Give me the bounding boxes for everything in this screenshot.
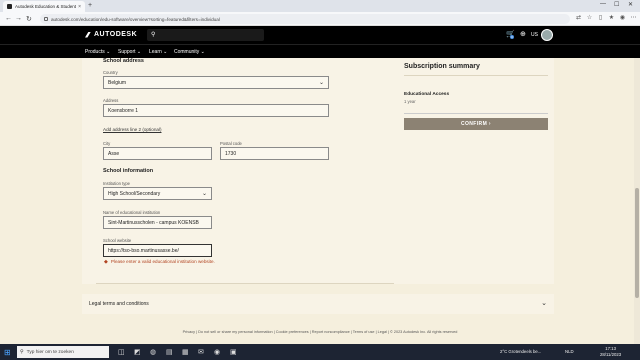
close-window-icon[interactable]: ✕ (628, 1, 633, 8)
form-divider (96, 283, 394, 284)
confirm-button[interactable]: CONFIRM › (404, 118, 548, 130)
reload-icon[interactable]: ↻ (26, 15, 32, 23)
summary-title: Subscription summary (404, 63, 480, 70)
address-field[interactable]: Koensborre 1 (103, 104, 329, 117)
windows-start-icon[interactable]: ⊞ (4, 348, 11, 357)
add-address-line-link[interactable]: Add address line 2 (optional) (103, 127, 161, 132)
nav-learn[interactable]: Learn ⌄ (149, 49, 167, 55)
error-icon: ◆ (104, 259, 108, 265)
autodesk-logo-icon (85, 31, 91, 38)
institution-name-label: Name of educational institution (103, 210, 161, 215)
address-label: Address (103, 98, 119, 103)
postal-code-label: Postal code (220, 141, 242, 146)
city-value: Asse (108, 150, 120, 157)
site-header: AUTODESK ⚲ 🛒 0 ⊕ US (0, 26, 640, 44)
store-icon[interactable]: ▦ (182, 348, 189, 356)
nav-community[interactable]: Community ⌄ (174, 49, 205, 55)
school-website-field[interactable]: https://tso-bso.martinusasse.be/ (103, 244, 212, 257)
institution-type-label: Institution type (103, 181, 131, 186)
more-menu-icon[interactable]: ⋯ (630, 15, 637, 22)
search-icon: ⚲ (20, 349, 24, 355)
summary-divider-2 (404, 113, 548, 114)
nav-products[interactable]: Products ⌄ (85, 49, 110, 55)
edge-icon[interactable]: ◍ (150, 348, 156, 356)
tab-close-icon[interactable]: × (78, 4, 81, 10)
tab-title: Autodesk Education & Student (15, 4, 77, 9)
clock-date: 28/11/2023 (600, 352, 622, 357)
maximize-icon[interactable]: ☐ (614, 1, 619, 8)
favorites-icon[interactable]: ★ (608, 15, 615, 22)
school-address-title: School address (103, 58, 144, 64)
profile-icon[interactable]: ◉ (619, 15, 626, 22)
nav-support[interactable]: Support ⌄ (118, 49, 141, 55)
school-website-value: https://tso-bso.martinusasse.be/ (108, 247, 179, 254)
app-icon[interactable]: ◩ (134, 348, 141, 356)
summary-divider (404, 75, 548, 76)
school-website-label: School website (103, 238, 132, 243)
site-footer[interactable]: Privacy | Do not sell or share my person… (0, 330, 640, 334)
region-label[interactable]: US (531, 32, 538, 38)
autodesk-favicon-icon (7, 4, 12, 9)
globe-icon[interactable]: ⊕ (520, 30, 526, 38)
school-information-title: School information (103, 168, 154, 174)
summary-term: 1 year (404, 99, 416, 104)
taskbar-search-placeholder: Typ hier om te zoeken (26, 349, 74, 355)
bookmark-star-icon[interactable]: ☆ (586, 15, 593, 22)
chrome-icon[interactable]: ◉ (214, 348, 220, 356)
website-error-text: Please enter a valid educational institu… (110, 259, 215, 264)
clock[interactable]: 17:13 28/11/2023 (600, 346, 621, 358)
back-icon[interactable]: ← (5, 15, 12, 22)
minimize-icon[interactable]: — (600, 1, 606, 7)
city-label: City (103, 141, 111, 146)
institution-type-select[interactable]: High School/Secondary ⌄ (103, 187, 212, 200)
country-label: Country (103, 70, 118, 75)
language-indicator[interactable]: NLD (565, 349, 574, 354)
country-value: Belgium (108, 79, 127, 86)
browser-tab-bar: Autodesk Education & Student × + — ☐ ✕ (0, 0, 640, 12)
country-select[interactable]: Belgium ⌄ (103, 76, 329, 89)
browser-tab[interactable]: Autodesk Education & Student × (3, 1, 85, 12)
search-icon: ⚲ (151, 32, 156, 38)
user-avatar[interactable] (541, 29, 553, 41)
explorer-icon[interactable]: ▤ (166, 348, 173, 356)
windows-taskbar: ⊞ ⚲ Typ hier om te zoeken ◫ ◩ ◍ ▤ ▦ ✉ ◉ … (0, 344, 640, 360)
address-bar[interactable]: autodesk.com/education/edu-software/over… (40, 14, 570, 24)
website-error: ◆ Please enter a valid educational insti… (104, 259, 216, 265)
weather-widget[interactable]: 2°C Grotendeels be... (500, 349, 541, 354)
taskbar-search-input[interactable]: ⚲ Typ hier om te zoeken (17, 346, 109, 358)
url-text: autodesk.com/education/edu-software/over… (51, 16, 220, 22)
translate-icon[interactable]: ⇄ (575, 15, 582, 22)
postal-code-field[interactable]: 1730 (220, 147, 329, 160)
summary-product: Educational Access (404, 92, 450, 97)
mail-icon[interactable]: ✉ (198, 348, 204, 356)
app-icon-2[interactable]: ▣ (230, 348, 237, 356)
postal-code-value: 1730 (225, 150, 237, 157)
subscription-summary: Subscription summary Educational Access … (398, 58, 554, 138)
institution-name-value: Sint-Martinusscholen - campus KOENSB (108, 219, 199, 226)
site-nav: Products ⌄ Support ⌄ Learn ⌄ Community ⌄ (0, 44, 640, 58)
address-value: Koensborre 1 (108, 107, 139, 114)
cart-count-badge: 0 (510, 35, 514, 39)
legal-terms-title: Legal terms and conditions (89, 301, 149, 307)
chevron-down-icon: ⌄ (201, 191, 207, 197)
site-search-input[interactable]: ⚲ (147, 29, 264, 41)
lock-icon (44, 17, 48, 21)
sidebar-icon[interactable]: ▯ (597, 15, 604, 22)
institution-type-value: High School/Secondary (108, 190, 161, 197)
scrollbar-thumb[interactable] (635, 188, 639, 298)
chevron-down-icon: ⌄ (541, 300, 547, 307)
forward-icon[interactable]: → (15, 15, 22, 22)
institution-name-field[interactable]: Sint-Martinusscholen - campus KOENSB (103, 216, 212, 229)
city-field[interactable]: Asse (103, 147, 212, 160)
autodesk-logo[interactable]: AUTODESK (85, 31, 137, 38)
task-view-icon[interactable]: ◫ (118, 348, 125, 356)
brand-name: AUTODESK (94, 31, 138, 38)
browser-toolbar: ← → ↻ autodesk.com/education/edu-softwar… (0, 12, 640, 26)
legal-terms-accordion[interactable]: Legal terms and conditions ⌄ (82, 294, 554, 314)
new-tab-button[interactable]: + (88, 2, 92, 9)
chevron-down-icon: ⌄ (318, 80, 324, 86)
page-scrollbar[interactable] (634, 58, 640, 344)
